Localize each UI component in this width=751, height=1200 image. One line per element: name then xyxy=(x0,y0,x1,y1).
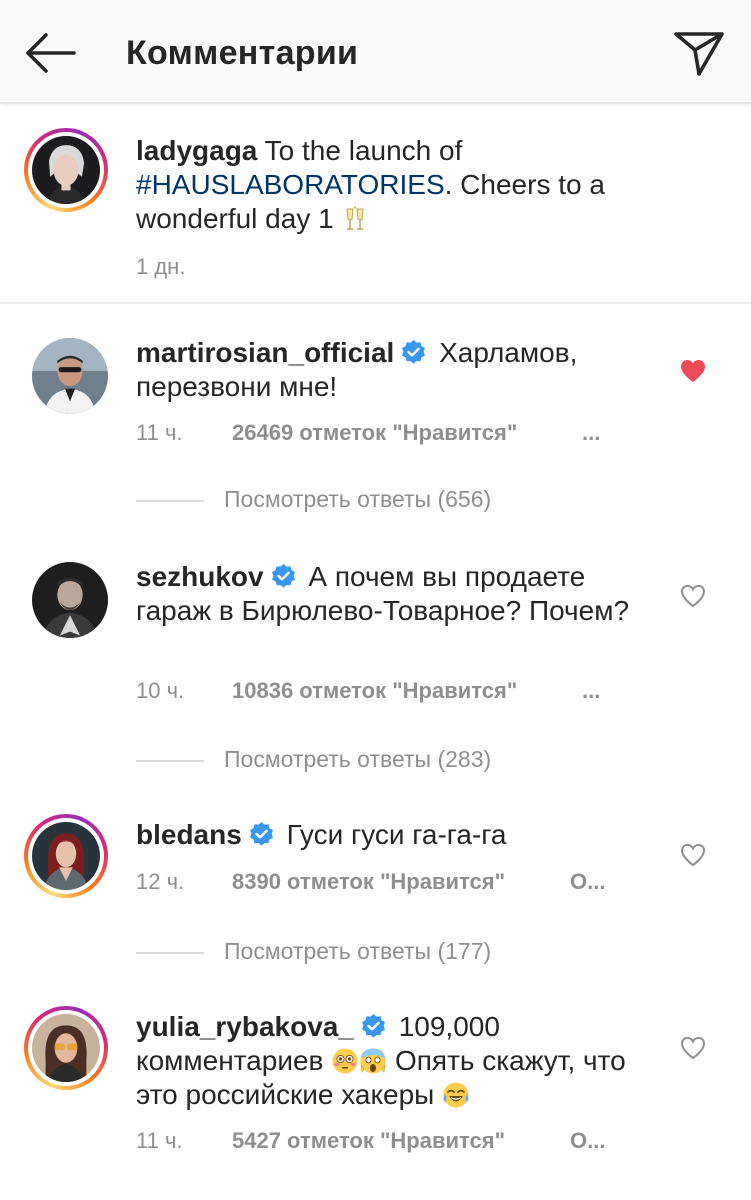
comment-2-username[interactable]: sezhukov xyxy=(136,561,264,592)
flushed-face-emoji-icon xyxy=(331,1047,359,1075)
avatar-bledans[interactable] xyxy=(24,814,108,898)
comment-3-text: bledans Гуси гуси га-га-га xyxy=(136,818,636,852)
comment-2-likes[interactable]: 10836 отметок "Нравится" xyxy=(232,678,517,704)
avatar-ladygaga[interactable] xyxy=(24,128,108,212)
replies-divider-line xyxy=(136,500,204,502)
comment-1-time: 11 ч. xyxy=(136,420,183,445)
clinking-glasses-emoji-icon xyxy=(341,205,369,233)
verified-badge-icon xyxy=(248,821,275,848)
comment-4-username[interactable]: yulia_rybakova_ xyxy=(136,1011,354,1042)
screaming-face-emoji-icon xyxy=(359,1047,387,1075)
comment-1-more[interactable]: ... xyxy=(582,420,600,446)
view-replies-label[interactable]: Посмотреть ответы (283) xyxy=(224,746,491,773)
avatar-martirosian[interactable] xyxy=(32,338,108,414)
caption-username[interactable]: ladygaga xyxy=(136,135,257,166)
comment-1-likes[interactable]: 26469 отметок "Нравится" xyxy=(232,420,517,446)
replies-divider-line xyxy=(136,760,204,762)
comment-4-time: 11 ч. xyxy=(136,1128,183,1153)
verified-badge-icon xyxy=(270,563,297,590)
view-replies-label[interactable]: Посмотреть ответы (656) xyxy=(224,486,491,513)
comment-4-reply[interactable]: О... xyxy=(570,1128,605,1154)
back-arrow-icon[interactable] xyxy=(22,30,78,76)
tears-of-joy-emoji-icon xyxy=(442,1081,470,1109)
avatar-yulia-rybakova[interactable] xyxy=(24,1006,108,1090)
verified-badge-icon xyxy=(400,339,427,366)
avatar-sezhukov[interactable] xyxy=(32,562,108,638)
divider xyxy=(0,302,751,304)
paper-plane-icon[interactable] xyxy=(672,26,726,80)
comment-2-text: sezhukov А почем вы продаете гараж в Бир… xyxy=(136,560,636,628)
comment-2-time: 10 ч. xyxy=(136,678,185,703)
heart-filled-icon[interactable] xyxy=(679,358,707,384)
page-title: Комментарии xyxy=(126,34,359,72)
caption-hashtag[interactable]: #HAUSLABORATORIES xyxy=(136,169,445,200)
comment-3-body: Гуси гуси га-га-га xyxy=(278,819,507,850)
heart-outline-icon[interactable] xyxy=(679,583,707,609)
verified-badge-icon xyxy=(360,1013,387,1040)
comment-4-likes[interactable]: 5427 отметок "Нравится" xyxy=(232,1128,505,1154)
view-replies-label[interactable]: Посмотреть ответы (177) xyxy=(224,938,491,965)
heart-outline-icon[interactable] xyxy=(679,1035,707,1061)
caption-text: ladygaga To the launch of #HAUSLABORATOR… xyxy=(136,134,636,236)
top-bar: Комментарии xyxy=(0,0,751,104)
caption-time: 1 дн. xyxy=(136,254,186,279)
comment-3-reply[interactable]: О... xyxy=(570,869,605,895)
comment-1-username[interactable]: martirosian_official xyxy=(136,337,394,368)
comment-4-text: yulia_rybakova_ 109,000 комментариев Опя… xyxy=(136,1010,636,1112)
heart-outline-icon[interactable] xyxy=(679,842,707,868)
comment-1-text: martirosian_official Харламов, перезвони… xyxy=(136,336,636,404)
replies-divider-line xyxy=(136,952,204,954)
comment-3-username[interactable]: bledans xyxy=(136,819,242,850)
comment-3-time: 12 ч. xyxy=(136,869,185,894)
caption-text-start: To the launch of xyxy=(257,135,463,166)
comment-3-likes[interactable]: 8390 отметок "Нравится" xyxy=(232,869,505,895)
comment-2-more[interactable]: ... xyxy=(582,678,600,704)
